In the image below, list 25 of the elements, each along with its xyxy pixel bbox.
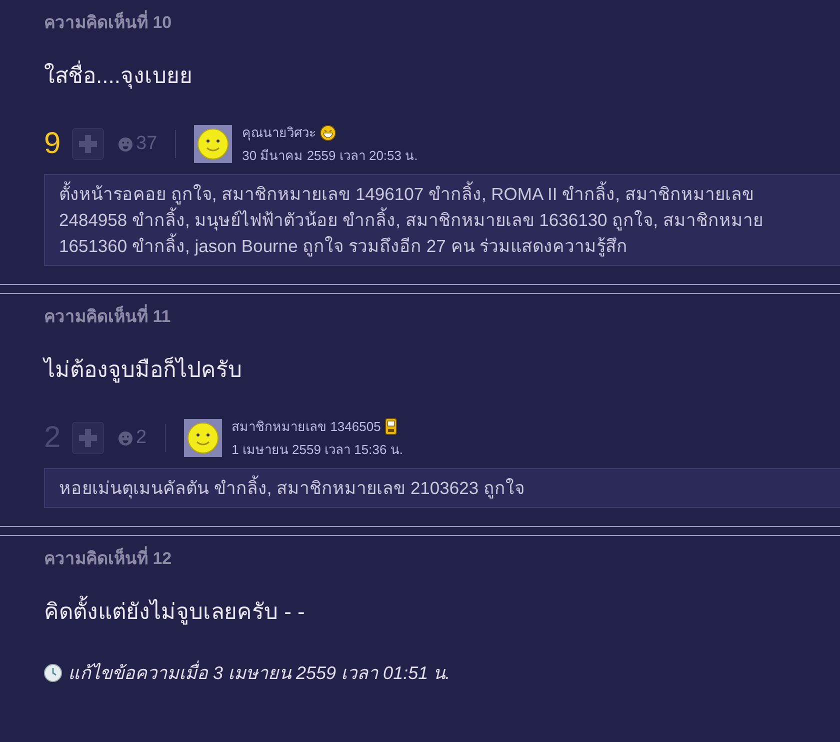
reaction-list: หอยเม่นตุเมนคัลตัน ขำกลิ้ง, สมาชิกหมายเลข 2103623 ถูกใจ xyxy=(44,468,840,508)
comment-text: คิดตั้งแต่ยังไม่จูบเลยครับ - - xyxy=(44,598,305,626)
edited-note: แก้ไขข้อความเมื่อ 3 เมษายน 2559 เวลา 01:51 น. xyxy=(68,658,450,687)
device-icon xyxy=(384,418,397,435)
smiley-icon xyxy=(197,128,230,160)
author-name[interactable]: คุณนายวิศวะ xyxy=(242,122,316,143)
face-icon xyxy=(118,136,133,152)
plus-icon xyxy=(78,428,98,448)
comment-text: ใสชื่อ....จุงเบยย xyxy=(44,62,192,90)
post-date: 1 เมษายน 2559 เวลา 15:36 น. xyxy=(232,441,403,459)
vote-score: 9 xyxy=(44,127,62,161)
plus-icon xyxy=(78,134,98,154)
comment-number: ความคิดเห็นที่ 10 xyxy=(44,12,172,34)
laughing-face-icon xyxy=(320,124,336,140)
comment-number: ความคิดเห็นที่ 11 xyxy=(44,306,171,328)
avatar[interactable] xyxy=(194,125,232,163)
face-icon xyxy=(118,430,133,446)
smiley-icon xyxy=(186,422,219,454)
clock-icon xyxy=(44,664,62,682)
reaction-list: ตั้งหน้ารอคอย ถูกใจ, สมาชิกหมายเลข 1496107 ขำกลิ้ง, ROMA II ขำกลิ้ง, สมาชิกหมายเลข 2484958 ขำกลิ้ง, มนุษย์ไฟฟ้าตัวน้อย ขำกลิ้ง, สมาชิกหมายเลข 1636130 ถูกใจ, สมาชิกหมาย 1651360 ขำกลิ้ง, jason Bourne ถูกใจ รวมถึงอีก 27 คน ร่วมแสดงความรู้สึก xyxy=(44,174,840,266)
comment-text: ไม่ต้องจูบมือก็ไปครับ xyxy=(44,356,242,384)
comment-number: ความคิดเห็นที่ 12 xyxy=(44,548,172,570)
post-date: 30 มีนาคม 2559 เวลา 20:53 น. xyxy=(242,147,418,165)
author-name[interactable]: สมาชิกหมายเลข 1346505 xyxy=(232,416,381,437)
avatar[interactable] xyxy=(184,419,222,457)
